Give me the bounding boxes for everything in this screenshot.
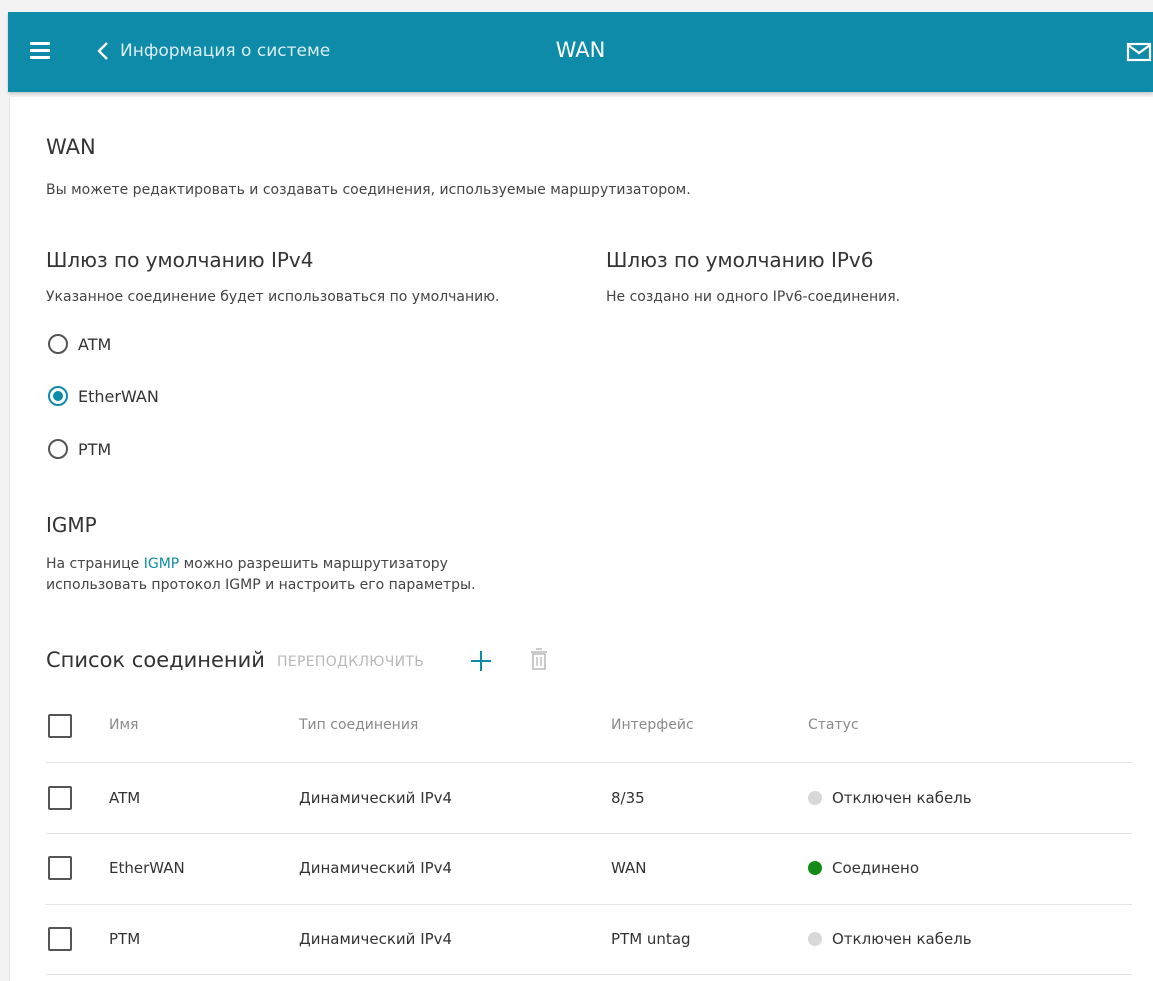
- reconnect-button[interactable]: ПЕРЕПОДКЛЮЧИТЬ: [277, 654, 424, 670]
- column-header-type: Тип соединения: [299, 717, 419, 733]
- trash-icon[interactable]: [530, 647, 548, 673]
- page-description: Вы можете редактировать и создавать соед…: [46, 182, 691, 198]
- cell-interface: WAN: [611, 859, 647, 877]
- cell-type: Динамический IPv4: [299, 930, 453, 948]
- igmp-description: На странице IGMP можно разрешить маршрут…: [46, 554, 448, 574]
- row-checkbox[interactable]: [48, 927, 72, 951]
- row-divider: [46, 833, 1132, 834]
- igmp-title: IGMP: [46, 513, 97, 537]
- radio-label: PTM: [78, 439, 112, 459]
- igmp-text-after: можно разрешить маршрутизатору: [179, 556, 448, 572]
- cell-type: Динамический IPv4: [299, 789, 453, 807]
- connections-title: Список соединений: [46, 648, 265, 672]
- row-checkbox[interactable]: [48, 856, 72, 880]
- row-divider: [46, 904, 1132, 905]
- radio-circle: [48, 439, 68, 459]
- ipv4-gateway-title: Шлюз по умолчанию IPv4: [46, 248, 314, 272]
- header-title: WAN: [555, 38, 606, 62]
- ipv4-gateway-description: Указанное соединение будет использоватьс…: [46, 289, 500, 305]
- radio-label: ATM: [78, 334, 112, 354]
- radio-circle: [48, 386, 68, 406]
- radio-circle: [48, 334, 68, 354]
- cell-name: EtherWAN: [109, 859, 185, 877]
- status-text: Отключен кабель: [832, 930, 972, 948]
- ipv6-gateway-title: Шлюз по умолчанию IPv6: [606, 248, 874, 272]
- cell-interface: 8/35: [611, 789, 645, 807]
- status-text: Соединено: [832, 859, 920, 877]
- cell-status: Отключен кабель: [808, 789, 972, 807]
- igmp-text-before: На странице: [46, 556, 144, 572]
- mail-icon[interactable]: [1126, 41, 1152, 63]
- column-header-name: Имя: [109, 717, 139, 733]
- cell-status: Отключен кабель: [808, 930, 972, 948]
- plus-icon[interactable]: [468, 648, 494, 674]
- radio-etherwan[interactable]: EtherWAN: [48, 386, 159, 406]
- status-dot: [808, 932, 822, 946]
- ipv6-gateway-description: Не создано ни одного IPv6-соединения.: [606, 289, 901, 305]
- main-card: WAN Вы можете редактировать и создавать …: [9, 97, 1153, 981]
- status-dot: [808, 861, 822, 875]
- row-divider: [46, 974, 1132, 975]
- igmp-link[interactable]: IGMP: [144, 556, 180, 572]
- status-dot: [808, 791, 822, 805]
- radio-ptm[interactable]: PTM: [48, 439, 111, 459]
- row-divider: [46, 762, 1132, 763]
- cell-status: Соединено: [808, 859, 919, 877]
- page-title: WAN: [46, 135, 96, 159]
- status-text: Отключен кабель: [832, 789, 972, 807]
- row-checkbox[interactable]: [48, 786, 72, 810]
- radio-atm[interactable]: ATM: [48, 334, 111, 354]
- radio-label: EtherWAN: [78, 386, 159, 406]
- column-header-status: Статус: [808, 717, 859, 733]
- column-header-interface: Интерфейс: [611, 717, 694, 733]
- igmp-description-line2: использовать протокол IGMP и настроить е…: [46, 577, 476, 593]
- cell-name: PTM: [109, 930, 141, 948]
- cell-type: Динамический IPv4: [299, 859, 453, 877]
- cell-interface: PTM untag: [611, 930, 691, 948]
- top-bar: Информация о системе WAN: [8, 12, 1153, 92]
- cell-name: ATM: [109, 789, 141, 807]
- select-all-checkbox[interactable]: [48, 714, 72, 738]
